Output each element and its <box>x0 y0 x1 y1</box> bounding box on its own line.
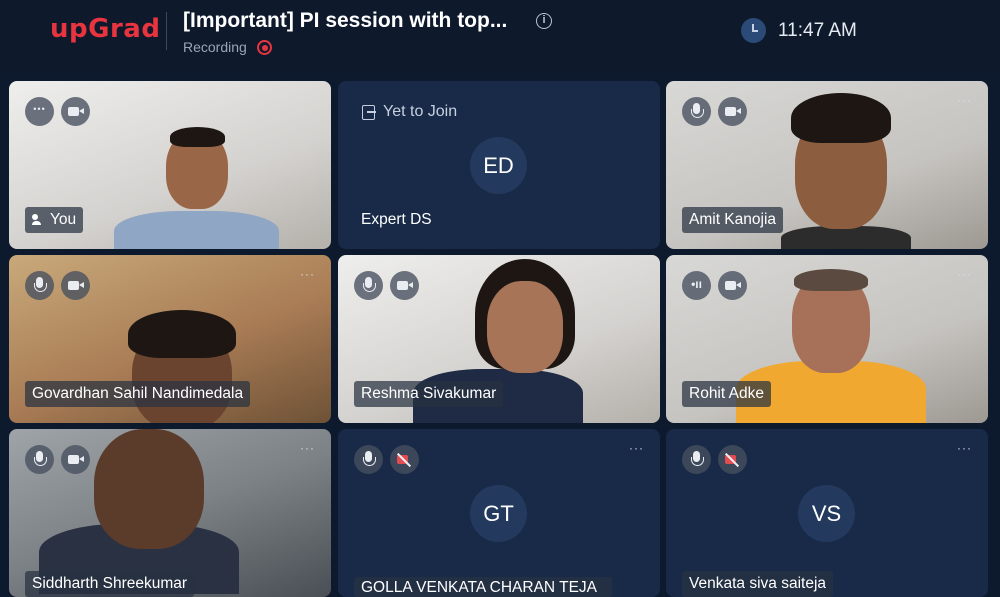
participant-name: Venkata siva saiteja <box>682 571 834 597</box>
participant-name: Expert DS <box>361 211 432 228</box>
avatar: GT <box>470 485 527 542</box>
header-divider <box>166 12 167 50</box>
video-camera-off-icon[interactable] <box>718 445 747 474</box>
door-icon <box>362 105 376 120</box>
participant-tile-you[interactable]: You <box>9 81 331 249</box>
video-camera-icon[interactable] <box>61 97 90 126</box>
video-camera-icon[interactable] <box>390 271 419 300</box>
more-options-icon[interactable]: ··· <box>300 441 315 455</box>
more-options-icon[interactable]: ··· <box>629 441 644 455</box>
more-options-icon[interactable]: ··· <box>957 93 972 107</box>
microphone-icon[interactable] <box>25 445 54 474</box>
video-camera-icon[interactable] <box>718 271 747 300</box>
participant-tile-venkata[interactable]: ··· VS Venkata siva saiteja <box>666 429 988 597</box>
participant-tile-expert-ds[interactable]: Yet to Join ED Expert DS <box>338 81 660 249</box>
more-options-icon[interactable] <box>25 97 54 126</box>
participant-name: You <box>25 207 84 233</box>
speaking-icon[interactable] <box>682 271 711 300</box>
info-icon[interactable]: i <box>536 13 552 29</box>
participant-name: Siddharth Shreekumar <box>25 571 195 597</box>
recording-label: Recording <box>183 39 247 55</box>
video-camera-icon[interactable] <box>61 445 90 474</box>
more-options-icon[interactable]: ··· <box>957 267 972 281</box>
participant-tile-siddharth[interactable]: ··· Siddharth Shreekumar <box>9 429 331 597</box>
participant-tile-govardhan[interactable]: ··· Govardhan Sahil Nandimedala <box>9 255 331 423</box>
participant-tile-amit[interactable]: ··· Amit Kanojia <box>666 81 988 249</box>
participant-name: GOLLA VENKATA CHARAN TEJA <box>354 577 612 597</box>
microphone-icon[interactable] <box>682 97 711 126</box>
video-camera-off-icon[interactable] <box>390 445 419 474</box>
clock-icon <box>741 18 766 43</box>
avatar: ED <box>470 137 527 194</box>
record-dot-icon <box>257 40 272 55</box>
participant-grid: You Yet to Join ED Expert DS ··· Amit Ka… <box>0 70 1000 597</box>
more-options-icon[interactable]: ··· <box>957 441 972 455</box>
yet-to-join-label: Yet to Join <box>383 103 458 120</box>
participant-name: Rohit Adke <box>682 381 771 407</box>
more-options-icon[interactable]: ··· <box>300 267 315 281</box>
participant-name: Govardhan Sahil Nandimedala <box>25 381 251 407</box>
microphone-icon[interactable] <box>354 445 383 474</box>
participant-name: Reshma Sivakumar <box>354 381 504 407</box>
microphone-icon[interactable] <box>682 445 711 474</box>
speaking-icon <box>32 213 44 225</box>
participant-tile-golla[interactable]: ··· GT GOLLA VENKATA CHARAN TEJA <box>338 429 660 597</box>
more-options-icon[interactable]: ··· <box>629 267 644 281</box>
top-bar: upGrad [Important] PI session with top..… <box>0 0 1000 70</box>
participant-tile-reshma[interactable]: ··· Reshma Sivakumar <box>338 255 660 423</box>
microphone-icon[interactable] <box>25 271 54 300</box>
avatar: VS <box>798 485 855 542</box>
participant-name: Amit Kanojia <box>682 207 784 233</box>
video-camera-icon[interactable] <box>718 97 747 126</box>
upgrad-logo: upGrad <box>50 14 161 44</box>
meeting-time: 11:47 AM <box>778 20 857 41</box>
participant-tile-rohit[interactable]: ··· Rohit Adke <box>666 255 988 423</box>
microphone-icon[interactable] <box>354 271 383 300</box>
video-camera-icon[interactable] <box>61 271 90 300</box>
meeting-title: [Important] PI session with top... <box>183 9 508 32</box>
